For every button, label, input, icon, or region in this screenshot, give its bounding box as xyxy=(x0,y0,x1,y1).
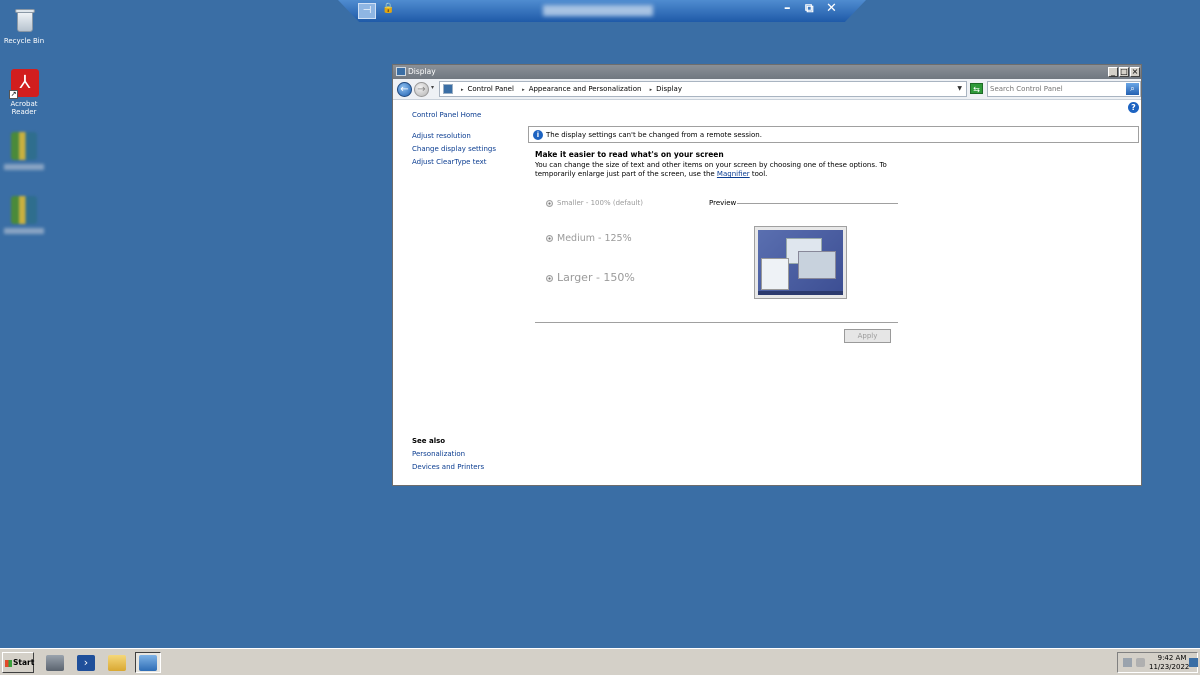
acrobat-reader-shortcut[interactable]: ⅄ ↗ Acrobat Reader xyxy=(0,69,48,116)
breadcrumb-control-panel[interactable]: Control Panel xyxy=(468,85,514,93)
option-larger-label: Larger - 150% xyxy=(557,271,635,284)
system-tray: 9:42 AM 11/23/2022 xyxy=(1117,652,1198,673)
radio-larger[interactable] xyxy=(546,274,553,282)
redacted-label xyxy=(4,228,44,234)
info-icon: i xyxy=(533,130,543,140)
refresh-button[interactable]: ⇆ xyxy=(970,83,983,94)
address-bar[interactable]: ▸ Control Panel ▸ Appearance and Personali… xyxy=(439,81,967,97)
acrobat-reader-label: Acrobat Reader xyxy=(10,100,38,117)
control-panel-home-link[interactable]: Control Panel Home xyxy=(412,111,481,119)
option-smaller[interactable]: Smaller - 100% (default) xyxy=(546,199,643,207)
change-display-settings-link[interactable]: Change display settings xyxy=(412,145,496,153)
powershell-icon: › xyxy=(77,654,95,671)
server-manager-button[interactable] xyxy=(42,652,68,673)
minimize-icon[interactable]: – xyxy=(784,1,791,16)
network-icon[interactable] xyxy=(1123,658,1132,667)
taskbar: Start › 9:42 AM 11/23/2022 xyxy=(0,648,1200,675)
redacted-app-icon xyxy=(11,132,37,160)
option-medium[interactable]: Medium - 125% xyxy=(546,233,632,244)
redacted-app-icon xyxy=(11,196,37,224)
window-maximize-button[interactable]: □ xyxy=(1119,67,1129,77)
redacted-connection-title xyxy=(543,5,653,16)
clock-time[interactable]: 9:42 AM xyxy=(1155,654,1189,662)
blurred-shortcut-2[interactable] xyxy=(0,196,48,234)
help-icon[interactable]: ? xyxy=(1128,102,1139,113)
powershell-button[interactable]: › xyxy=(73,652,99,673)
option-smaller-label: Smaller - 100% (default) xyxy=(557,199,643,207)
breadcrumb: ▸ Control Panel ▸ Appearance and Personali… xyxy=(461,85,682,93)
speaker-icon[interactable] xyxy=(1136,658,1145,667)
page-description: You can change the size of text and othe… xyxy=(535,161,887,178)
option-larger[interactable]: Larger - 150% xyxy=(546,271,635,284)
window-minimize-button[interactable]: _ xyxy=(1108,67,1118,77)
recycle-bin-label: Recycle Bin xyxy=(3,37,45,45)
option-medium-label: Medium - 125% xyxy=(557,233,632,244)
close-icon[interactable]: ✕ xyxy=(826,1,837,16)
personalization-link[interactable]: Personalization xyxy=(412,450,465,458)
page-heading: Make it easier to read what's on your sc… xyxy=(535,150,724,159)
address-dropdown-icon[interactable]: ▼ xyxy=(957,85,962,92)
start-button[interactable]: Start xyxy=(2,652,34,673)
redacted-label xyxy=(4,164,44,170)
acrobat-reader-icon: ⅄ ↗ xyxy=(9,69,39,99)
magnifier-link[interactable]: Magnifier xyxy=(717,170,750,178)
breadcrumb-appearance[interactable]: Appearance and Personalization xyxy=(529,85,642,93)
search-box[interactable]: ⌕ xyxy=(987,81,1141,97)
info-message: The display settings can't be changed fr… xyxy=(546,131,762,139)
display-window: Display _ □ × ← → ▾ ▸ Control Panel ▸ Appe… xyxy=(392,64,1142,486)
radio-medium[interactable] xyxy=(546,235,553,242)
recycle-bin-shortcut[interactable]: Recycle Bin xyxy=(0,6,48,45)
server-manager-icon xyxy=(46,654,64,671)
search-input[interactable] xyxy=(990,83,1122,95)
control-panel-taskbar-button[interactable] xyxy=(135,652,161,673)
recent-pages-dropdown[interactable]: ▾ xyxy=(431,84,434,91)
preview-image xyxy=(754,226,847,299)
blurred-shortcut-1[interactable] xyxy=(0,132,48,170)
display-app-icon xyxy=(139,654,157,671)
adjust-cleartype-link[interactable]: Adjust ClearType text xyxy=(412,158,487,166)
show-desktop-icon[interactable] xyxy=(1189,658,1198,667)
window-title: Display xyxy=(408,67,436,76)
window-titlebar[interactable]: Display _ □ × xyxy=(393,65,1141,79)
forward-button[interactable]: → xyxy=(414,82,429,97)
window-close-button[interactable]: × xyxy=(1130,67,1140,77)
breadcrumb-display[interactable]: Display xyxy=(656,85,682,93)
preview-divider xyxy=(737,203,898,204)
section-divider xyxy=(535,322,898,323)
display-app-icon xyxy=(396,67,406,76)
explorer-button[interactable] xyxy=(104,652,130,673)
start-label: Start xyxy=(13,658,35,667)
navigation-bar: ← → ▾ ▸ Control Panel ▸ Appearance and Per… xyxy=(393,79,1141,100)
search-icon[interactable]: ⌕ xyxy=(1126,83,1139,95)
apply-button[interactable]: Apply xyxy=(844,329,891,343)
recycle-bin-icon xyxy=(11,6,37,34)
preview-label: Preview xyxy=(709,199,737,207)
adjust-resolution-link[interactable]: Adjust resolution xyxy=(412,132,471,140)
folder-icon xyxy=(108,654,126,671)
content-pane: ? Control Panel Home Adjust resolution C… xyxy=(393,100,1141,485)
back-button[interactable]: ← xyxy=(397,82,412,97)
remote-connection-bar: ⊣ 🔒 – ⧉ ✕ xyxy=(338,0,866,22)
pin-icon[interactable]: ⊣ xyxy=(358,3,376,19)
devices-and-printers-link[interactable]: Devices and Printers xyxy=(412,463,484,471)
clock-date[interactable]: 11/23/2022 xyxy=(1149,663,1189,671)
see-also-heading: See also xyxy=(412,437,446,445)
lock-icon: 🔒 xyxy=(382,3,395,14)
radio-smaller[interactable] xyxy=(546,199,553,207)
info-bar: i The display settings can't be changed … xyxy=(528,126,1139,143)
control-panel-icon xyxy=(443,84,453,94)
restore-icon[interactable]: ⧉ xyxy=(805,1,814,16)
windows-flag-icon xyxy=(5,659,12,667)
